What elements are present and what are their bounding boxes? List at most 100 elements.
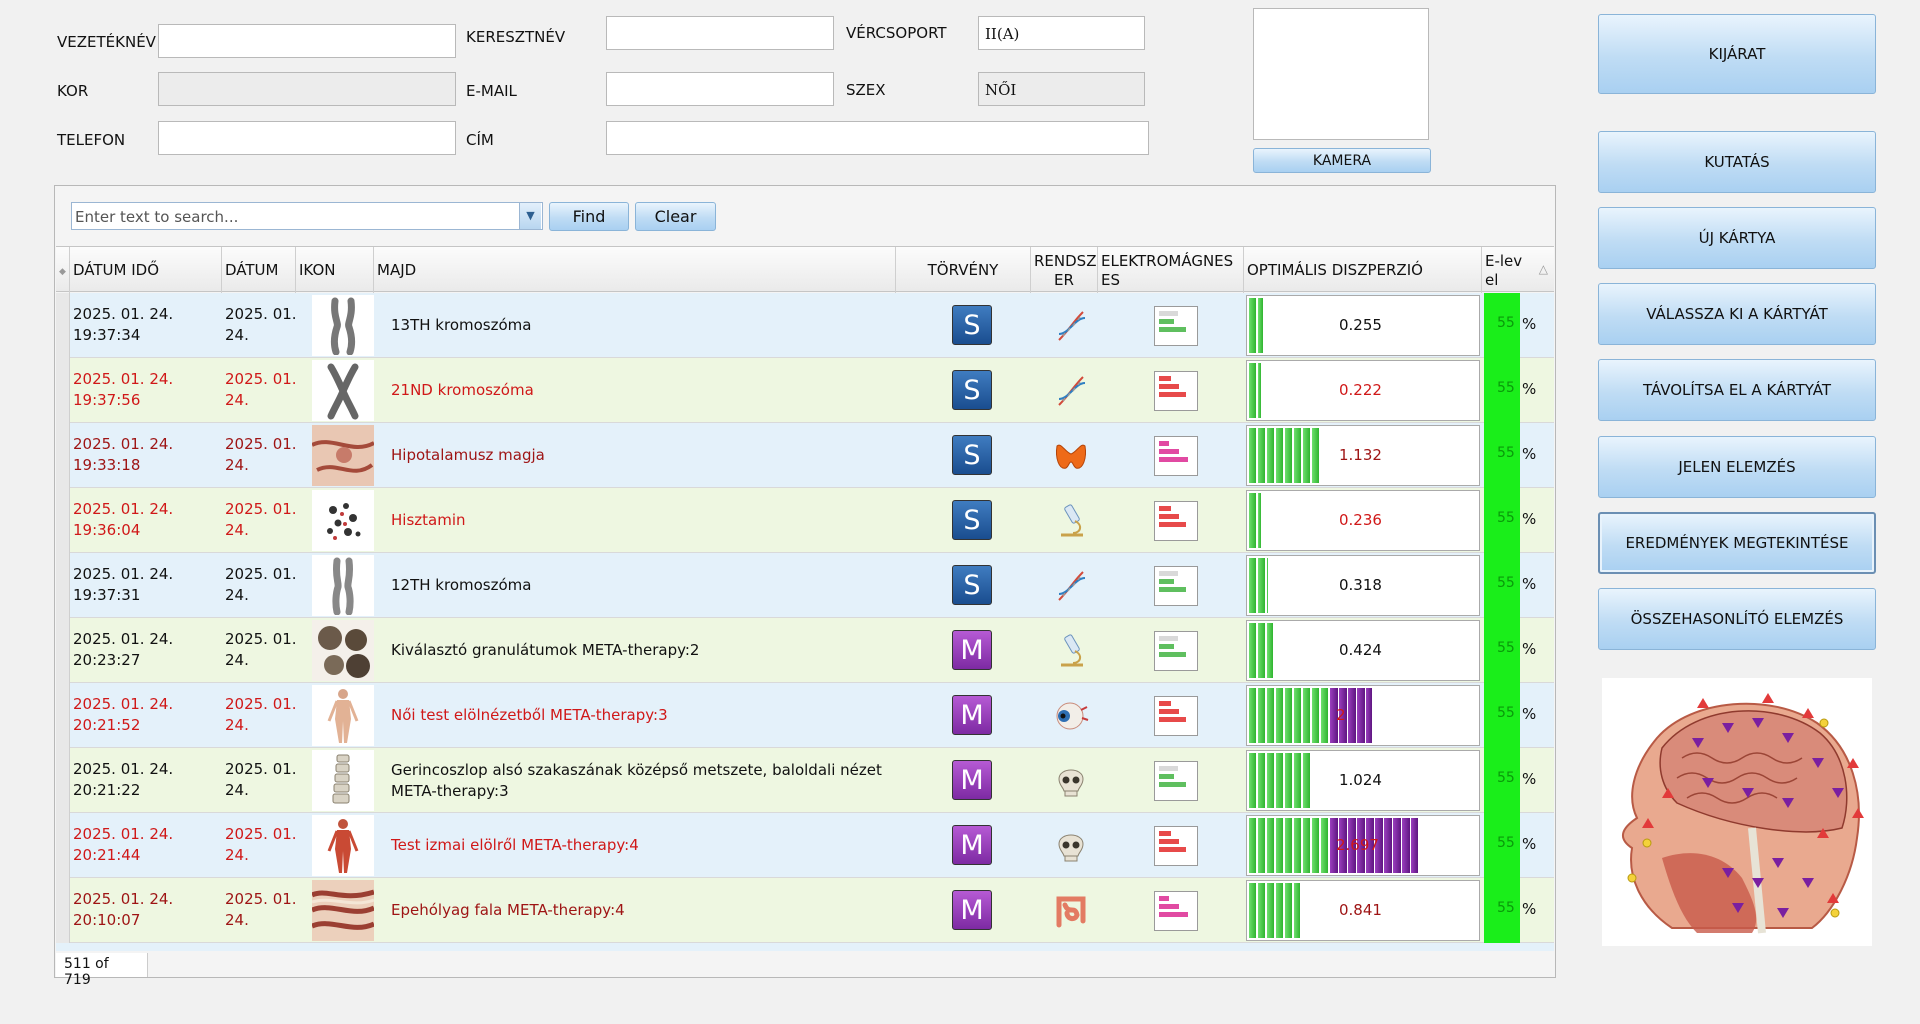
- age-field[interactable]: [158, 72, 456, 106]
- row-name: 13TH kromoszóma: [391, 315, 911, 336]
- dispersion-violet-segment: [1402, 818, 1410, 873]
- row-datetime-line1: 2025. 01. 24.: [73, 305, 174, 323]
- row-selector[interactable]: [56, 683, 70, 748]
- row-selector[interactable]: [56, 358, 70, 423]
- dispersion-green-segment: [1267, 688, 1274, 743]
- header-name[interactable]: MAJD: [374, 247, 896, 293]
- header-icon[interactable]: IKON: [296, 247, 374, 293]
- comparative-analysis-button[interactable]: ÖSSZEHASONLÍTÓ ELEMZÉS: [1598, 588, 1876, 650]
- sort-up-icon: △: [1538, 262, 1548, 276]
- dispersion-value: 1.024: [1339, 771, 1382, 789]
- row-datetime-line1: 2025. 01. 24.: [73, 630, 174, 648]
- table-row[interactable]: 2025. 01. 24. 20:21:44 2025. 01. 24. Test iz…: [56, 813, 1554, 878]
- bloodtype-field[interactable]: II(A): [978, 16, 1145, 50]
- em-level-bar: [1159, 384, 1180, 389]
- row-name-line1: Test izmai elölről META-therapy:4: [391, 836, 639, 854]
- row-datetime-line1: 2025. 01. 24.: [73, 500, 174, 518]
- table-row[interactable]: 2025. 01. 24. 19:33:18 2025. 01. 24. Hipotal…: [56, 423, 1554, 488]
- clear-button[interactable]: Clear: [635, 202, 716, 231]
- research-button[interactable]: KUTATÁS: [1598, 131, 1876, 193]
- law-badge: M: [952, 890, 992, 930]
- row-thumbnail: [312, 815, 374, 876]
- header-dispersion[interactable]: OPTIMÁLIS DISZPERZIÓ: [1244, 247, 1482, 293]
- dispersion-green-segment: [1294, 753, 1301, 808]
- row-datetime: 2025. 01. 24. 20:23:27: [73, 629, 221, 671]
- dispersion-green-segment: [1267, 558, 1268, 613]
- row-selector[interactable]: [56, 488, 70, 553]
- current-analysis-button[interactable]: JELEN ELEMZÉS: [1598, 436, 1876, 498]
- row-selector[interactable]: [56, 878, 70, 943]
- dispersion-bar: 0.255: [1246, 295, 1480, 356]
- firstname-field[interactable]: [606, 16, 834, 50]
- row-name: Gerincoszlop alsó szakaszának középső me…: [391, 760, 911, 802]
- dispersion-green-segment: [1267, 753, 1274, 808]
- table-row[interactable]: 2025. 01. 24. 19:37:56 2025. 01. 24. 21ND kr…: [56, 358, 1554, 423]
- row-selector[interactable]: [56, 293, 70, 358]
- table-row[interactable]: 2025. 01. 24. 19:36:04 2025. 01. 24. Hisztam…: [56, 488, 1554, 553]
- law-badge: M: [952, 695, 992, 735]
- view-results-button[interactable]: EREDMÉNYEK MEGTEKINTÉSE: [1598, 512, 1876, 574]
- table-row[interactable]: 2025. 01. 24. 19:37:34 2025. 01. 24. 13TH kr…: [56, 293, 1554, 358]
- electromagnetic-chart-icon: [1154, 631, 1198, 671]
- header-system-line2: ER: [1054, 271, 1074, 289]
- address-field[interactable]: [606, 121, 1149, 155]
- e-level-value: 55: [1497, 575, 1515, 591]
- dispersion-green-segment: [1303, 428, 1310, 483]
- camera-button[interactable]: KAMERA: [1253, 148, 1431, 173]
- dispersion-green-segment: [1258, 493, 1261, 548]
- dispersion-violet-segment: [1366, 688, 1372, 743]
- row-date: 2025. 01. 24.: [225, 759, 297, 801]
- select-card-button[interactable]: VÁLASSZA KI A KÁRTYÁT: [1598, 283, 1876, 345]
- exit-button[interactable]: KIJÁRAT: [1598, 14, 1876, 94]
- row-selector[interactable]: [56, 553, 70, 618]
- header-law[interactable]: TÖRVÉNY: [896, 247, 1031, 293]
- find-button[interactable]: Find: [549, 202, 629, 231]
- table-row[interactable]: 2025. 01. 24. 19:37:31 2025. 01. 24. 12TH kr…: [56, 553, 1554, 618]
- row-datetime-line2: 20:23:27: [73, 651, 141, 669]
- row-name: Hisztamin: [391, 510, 911, 531]
- row-selector[interactable]: [56, 748, 70, 813]
- email-label: E-MAIL: [466, 82, 517, 100]
- em-level-bar: [1159, 774, 1175, 779]
- e-level-value: 55: [1497, 640, 1515, 656]
- dispersion-green-segment: [1303, 688, 1310, 743]
- header-elevel[interactable]: E-lev el △: [1482, 247, 1554, 293]
- table-row[interactable]: 2025. 01. 24. 20:23:27 2025. 01. 24. Kiválas…: [56, 618, 1554, 683]
- row-date: 2025. 01. 24.: [225, 434, 297, 476]
- row-date-line1: 2025. 01.: [225, 305, 297, 323]
- dispersion-green-segment: [1276, 688, 1283, 743]
- row-date-line1: 2025. 01.: [225, 890, 297, 908]
- em-level-bar: [1159, 457, 1188, 462]
- phone-field[interactable]: [158, 121, 456, 155]
- row-date: 2025. 01. 24.: [225, 889, 297, 931]
- new-card-button[interactable]: ÚJ KÁRTYA: [1598, 207, 1876, 269]
- dispersion-green-segment: [1258, 363, 1261, 418]
- header-datetime[interactable]: DÁTUM IDŐ: [70, 247, 222, 293]
- row-datetime: 2025. 01. 24. 20:21:44: [73, 824, 221, 866]
- dispersion-green-segment: [1258, 883, 1265, 938]
- table-row[interactable]: 2025. 01. 24. 20:21:52 2025. 01. 24. Női tes…: [56, 683, 1554, 748]
- row-datetime: 2025. 01. 24. 20:21:22: [73, 759, 221, 801]
- dispersion-value: 0.424: [1339, 641, 1382, 659]
- surname-field[interactable]: [158, 24, 456, 58]
- skull-icon: [1050, 760, 1092, 802]
- header-date[interactable]: DÁTUM: [222, 247, 296, 293]
- search-dropdown-arrow[interactable]: ▼: [519, 203, 541, 229]
- header-system[interactable]: RENDSZ ER: [1031, 247, 1098, 293]
- row-selector[interactable]: [56, 423, 70, 488]
- dispersion-violet-segment: [1411, 818, 1418, 873]
- row-selector[interactable]: [56, 618, 70, 683]
- table-row[interactable]: 2025. 01. 24. 20:21:22 2025. 01. 24. Gerinco…: [56, 748, 1554, 813]
- grid-header: ◆ DÁTUM IDŐ DÁTUM IKON MAJD TÖRVÉNY REND…: [56, 246, 1554, 293]
- row-datetime: 2025. 01. 24. 20:21:52: [73, 694, 221, 736]
- email-field[interactable]: [606, 72, 834, 106]
- row-selector[interactable]: [56, 813, 70, 878]
- header-em[interactable]: ELEKTROMÁGNES ES: [1098, 247, 1244, 293]
- dispersion-green-segment: [1258, 298, 1263, 353]
- table-row[interactable]: 2025. 01. 24. 20:10:07 2025. 01. 24. Epehóly…: [56, 878, 1554, 943]
- electromagnetic-chart-icon: [1154, 501, 1198, 541]
- sex-field[interactable]: NŐI: [978, 72, 1145, 106]
- search-input[interactable]: Enter text to search...: [71, 202, 543, 230]
- remove-card-button[interactable]: TÁVOLÍTSA EL A KÁRTYÁT: [1598, 359, 1876, 421]
- dispersion-green-segment: [1303, 818, 1310, 873]
